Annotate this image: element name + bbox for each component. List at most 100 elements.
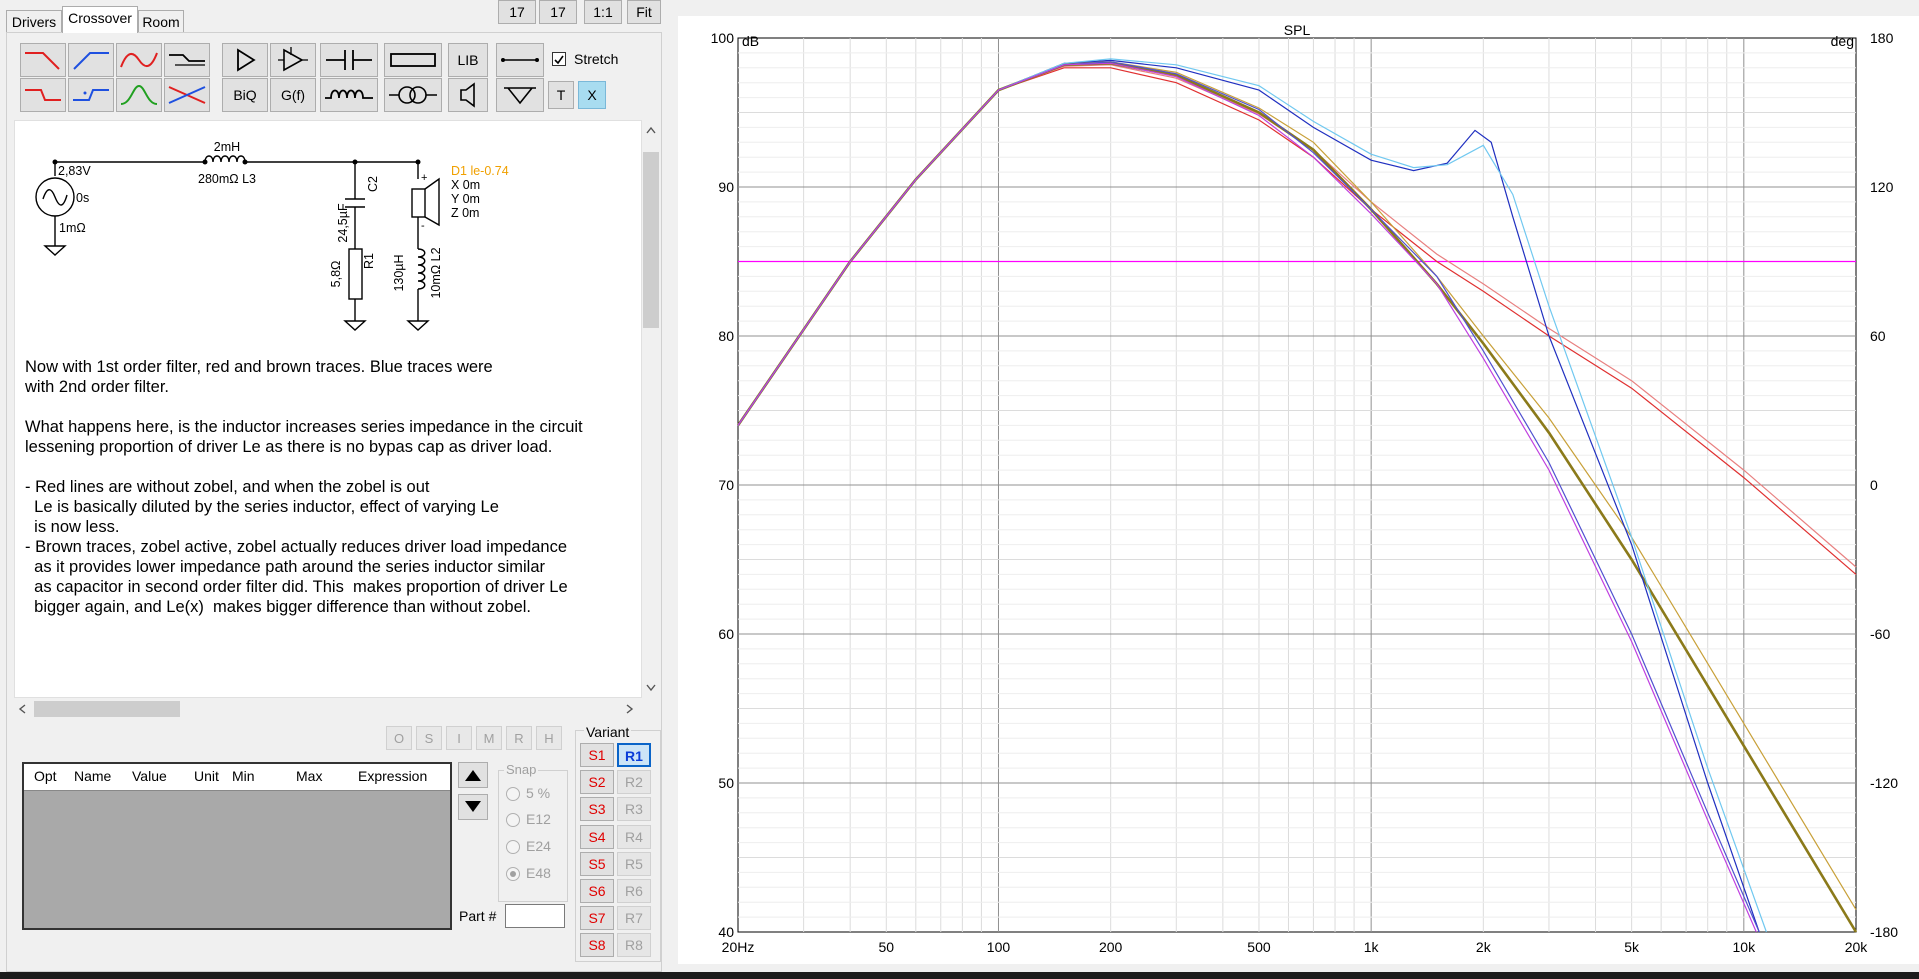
- variant-r7-button[interactable]: R7: [617, 906, 651, 930]
- lowpass-delay-button[interactable]: [20, 78, 66, 112]
- highpass-step-icon: [73, 89, 109, 101]
- transformer-icon: [389, 86, 437, 104]
- shelf-button[interactable]: [164, 43, 210, 77]
- highpass-button[interactable]: [68, 43, 114, 77]
- move-down-button[interactable]: [458, 794, 488, 820]
- flag-h-button[interactable]: H: [536, 726, 562, 750]
- col-min[interactable]: Min: [232, 768, 255, 784]
- parameter-table[interactable]: Opt Name Value Unit Min Max Expression: [22, 762, 452, 930]
- notes-text[interactable]: Now with 1st order filter, red and brown…: [25, 357, 625, 617]
- variant-s3-button[interactable]: S3: [580, 797, 614, 821]
- y-tick-label: 70: [718, 477, 734, 493]
- bandpass-button[interactable]: [116, 43, 162, 77]
- flag-o-button[interactable]: O: [386, 726, 412, 750]
- col-unit[interactable]: Unit: [194, 768, 219, 784]
- bell-button[interactable]: [116, 78, 162, 112]
- y2-tick-label: -120: [1870, 775, 1898, 791]
- lib-button[interactable]: LIB: [448, 43, 488, 77]
- ground-triangle-icon: [504, 87, 536, 105]
- amplifier-triangle-icon: [237, 48, 256, 72]
- y-tick-label: 40: [718, 924, 734, 940]
- flag-m-button[interactable]: M: [476, 726, 502, 750]
- horizontal-scroll-thumb[interactable]: [34, 701, 180, 717]
- snap-label: Snap: [504, 762, 539, 777]
- variant-s1-button[interactable]: S1: [580, 743, 614, 767]
- gf-button[interactable]: G(f): [270, 78, 316, 112]
- fit-button[interactable]: Fit: [627, 0, 661, 24]
- amplifier-button[interactable]: [222, 43, 268, 77]
- variant-s7-button[interactable]: S7: [580, 906, 614, 930]
- resistor-button[interactable]: [384, 43, 442, 77]
- lowpass-button[interactable]: [20, 43, 66, 77]
- variant-r4-button[interactable]: R4: [617, 825, 651, 849]
- variant-s8-button[interactable]: S8: [580, 933, 614, 957]
- variant-r6-button[interactable]: R6: [617, 879, 651, 903]
- variant-s5-button[interactable]: S5: [580, 852, 614, 876]
- spl-chart-svg[interactable]: 20Hz 50 100 200 500 1k 2k 5k 10k 20k1009080706050…: [678, 16, 1919, 964]
- move-up-button[interactable]: [458, 762, 488, 788]
- r1-value-label: 5,8Ω: [329, 261, 343, 288]
- x-tick-label: 100: [987, 939, 1011, 955]
- col-opt[interactable]: Opt: [34, 768, 57, 784]
- highpass-delay-button[interactable]: [68, 78, 114, 112]
- wire-button[interactable]: [496, 43, 544, 77]
- snap-e24-radio[interactable]: [506, 840, 520, 854]
- zoom-1to1-button[interactable]: 1:1: [584, 0, 622, 24]
- inductor-button[interactable]: [320, 78, 378, 112]
- part-number-input[interactable]: [505, 904, 565, 928]
- snap-e24-label: E24: [526, 838, 551, 854]
- snap-e12-radio[interactable]: [506, 813, 520, 827]
- schematic-editor[interactable]: + - 2,83V 0s 1mΩ 2mH 280mΩ L3 24,5µF C2 …: [14, 120, 642, 698]
- resistor-icon: [390, 53, 436, 67]
- zoom-17-button-b[interactable]: 17: [539, 0, 577, 24]
- source-delay-label: 0s: [76, 191, 89, 205]
- speaker-button[interactable]: [448, 78, 488, 112]
- variant-label: Variant: [584, 724, 632, 740]
- buffer-button[interactable]: [270, 43, 316, 77]
- variant-s4-button[interactable]: S4: [580, 825, 614, 849]
- ground-button[interactable]: [496, 78, 544, 112]
- circuit-schematic: + - 2,83V 0s 1mΩ 2mH 280mΩ L3 24,5µF C2 …: [35, 140, 509, 331]
- col-expression[interactable]: Expression: [358, 768, 427, 784]
- delete-x-button[interactable]: X: [578, 81, 606, 109]
- y-tick-label: 100: [711, 30, 735, 46]
- variant-s2-button[interactable]: S2: [580, 770, 614, 794]
- variant-r3-button[interactable]: R3: [617, 797, 651, 821]
- variant-r2-button[interactable]: R2: [617, 770, 651, 794]
- col-value[interactable]: Value: [132, 768, 167, 784]
- snap-5pct-radio[interactable]: [506, 787, 520, 801]
- flag-i-button[interactable]: I: [446, 726, 472, 750]
- editor-vertical-scrollbar[interactable]: [642, 120, 660, 698]
- col-max[interactable]: Max: [296, 768, 322, 784]
- capacitor-button[interactable]: [320, 43, 378, 77]
- checkmark-icon: [554, 55, 564, 65]
- flag-s-button[interactable]: S: [416, 726, 442, 750]
- tab-drivers[interactable]: Drivers: [6, 10, 62, 32]
- tab-crossover[interactable]: Crossover: [62, 6, 138, 33]
- biquad-button[interactable]: BiQ: [222, 78, 268, 112]
- variant-r1-button[interactable]: R1: [617, 743, 651, 767]
- radio-selected-dot: [510, 871, 516, 877]
- snap-e48-radio[interactable]: [506, 867, 520, 881]
- c2-name-label: C2: [366, 176, 380, 192]
- scroll-up-icon: [646, 126, 656, 134]
- variant-s6-button[interactable]: S6: [580, 879, 614, 903]
- flag-r-button[interactable]: R: [506, 726, 532, 750]
- crossover-x-icon: [168, 86, 206, 104]
- transformer-button[interactable]: [384, 78, 442, 112]
- part-number-label: Part #: [459, 908, 497, 924]
- text-button[interactable]: T: [548, 81, 574, 109]
- col-name[interactable]: Name: [74, 768, 111, 784]
- variant-r5-button[interactable]: R5: [617, 852, 651, 876]
- spl-chart[interactable]: 20Hz 50 100 200 500 1k 2k 5k 10k 20k 100 90 80 70 60 50…: [678, 16, 1919, 964]
- variant-r8-button[interactable]: R8: [617, 933, 651, 957]
- tab-room[interactable]: Room: [138, 10, 184, 32]
- crossover-x-button[interactable]: [164, 78, 210, 112]
- stretch-checkbox[interactable]: [552, 52, 566, 66]
- svg-text:+: +: [421, 172, 427, 184]
- zoom-17-button-a[interactable]: 17: [498, 0, 536, 24]
- lowpass-icon: [25, 52, 60, 70]
- editor-horizontal-scrollbar[interactable]: [14, 698, 642, 720]
- vertical-scroll-thumb[interactable]: [643, 152, 659, 328]
- snap-5pct-label: 5 %: [526, 785, 551, 801]
